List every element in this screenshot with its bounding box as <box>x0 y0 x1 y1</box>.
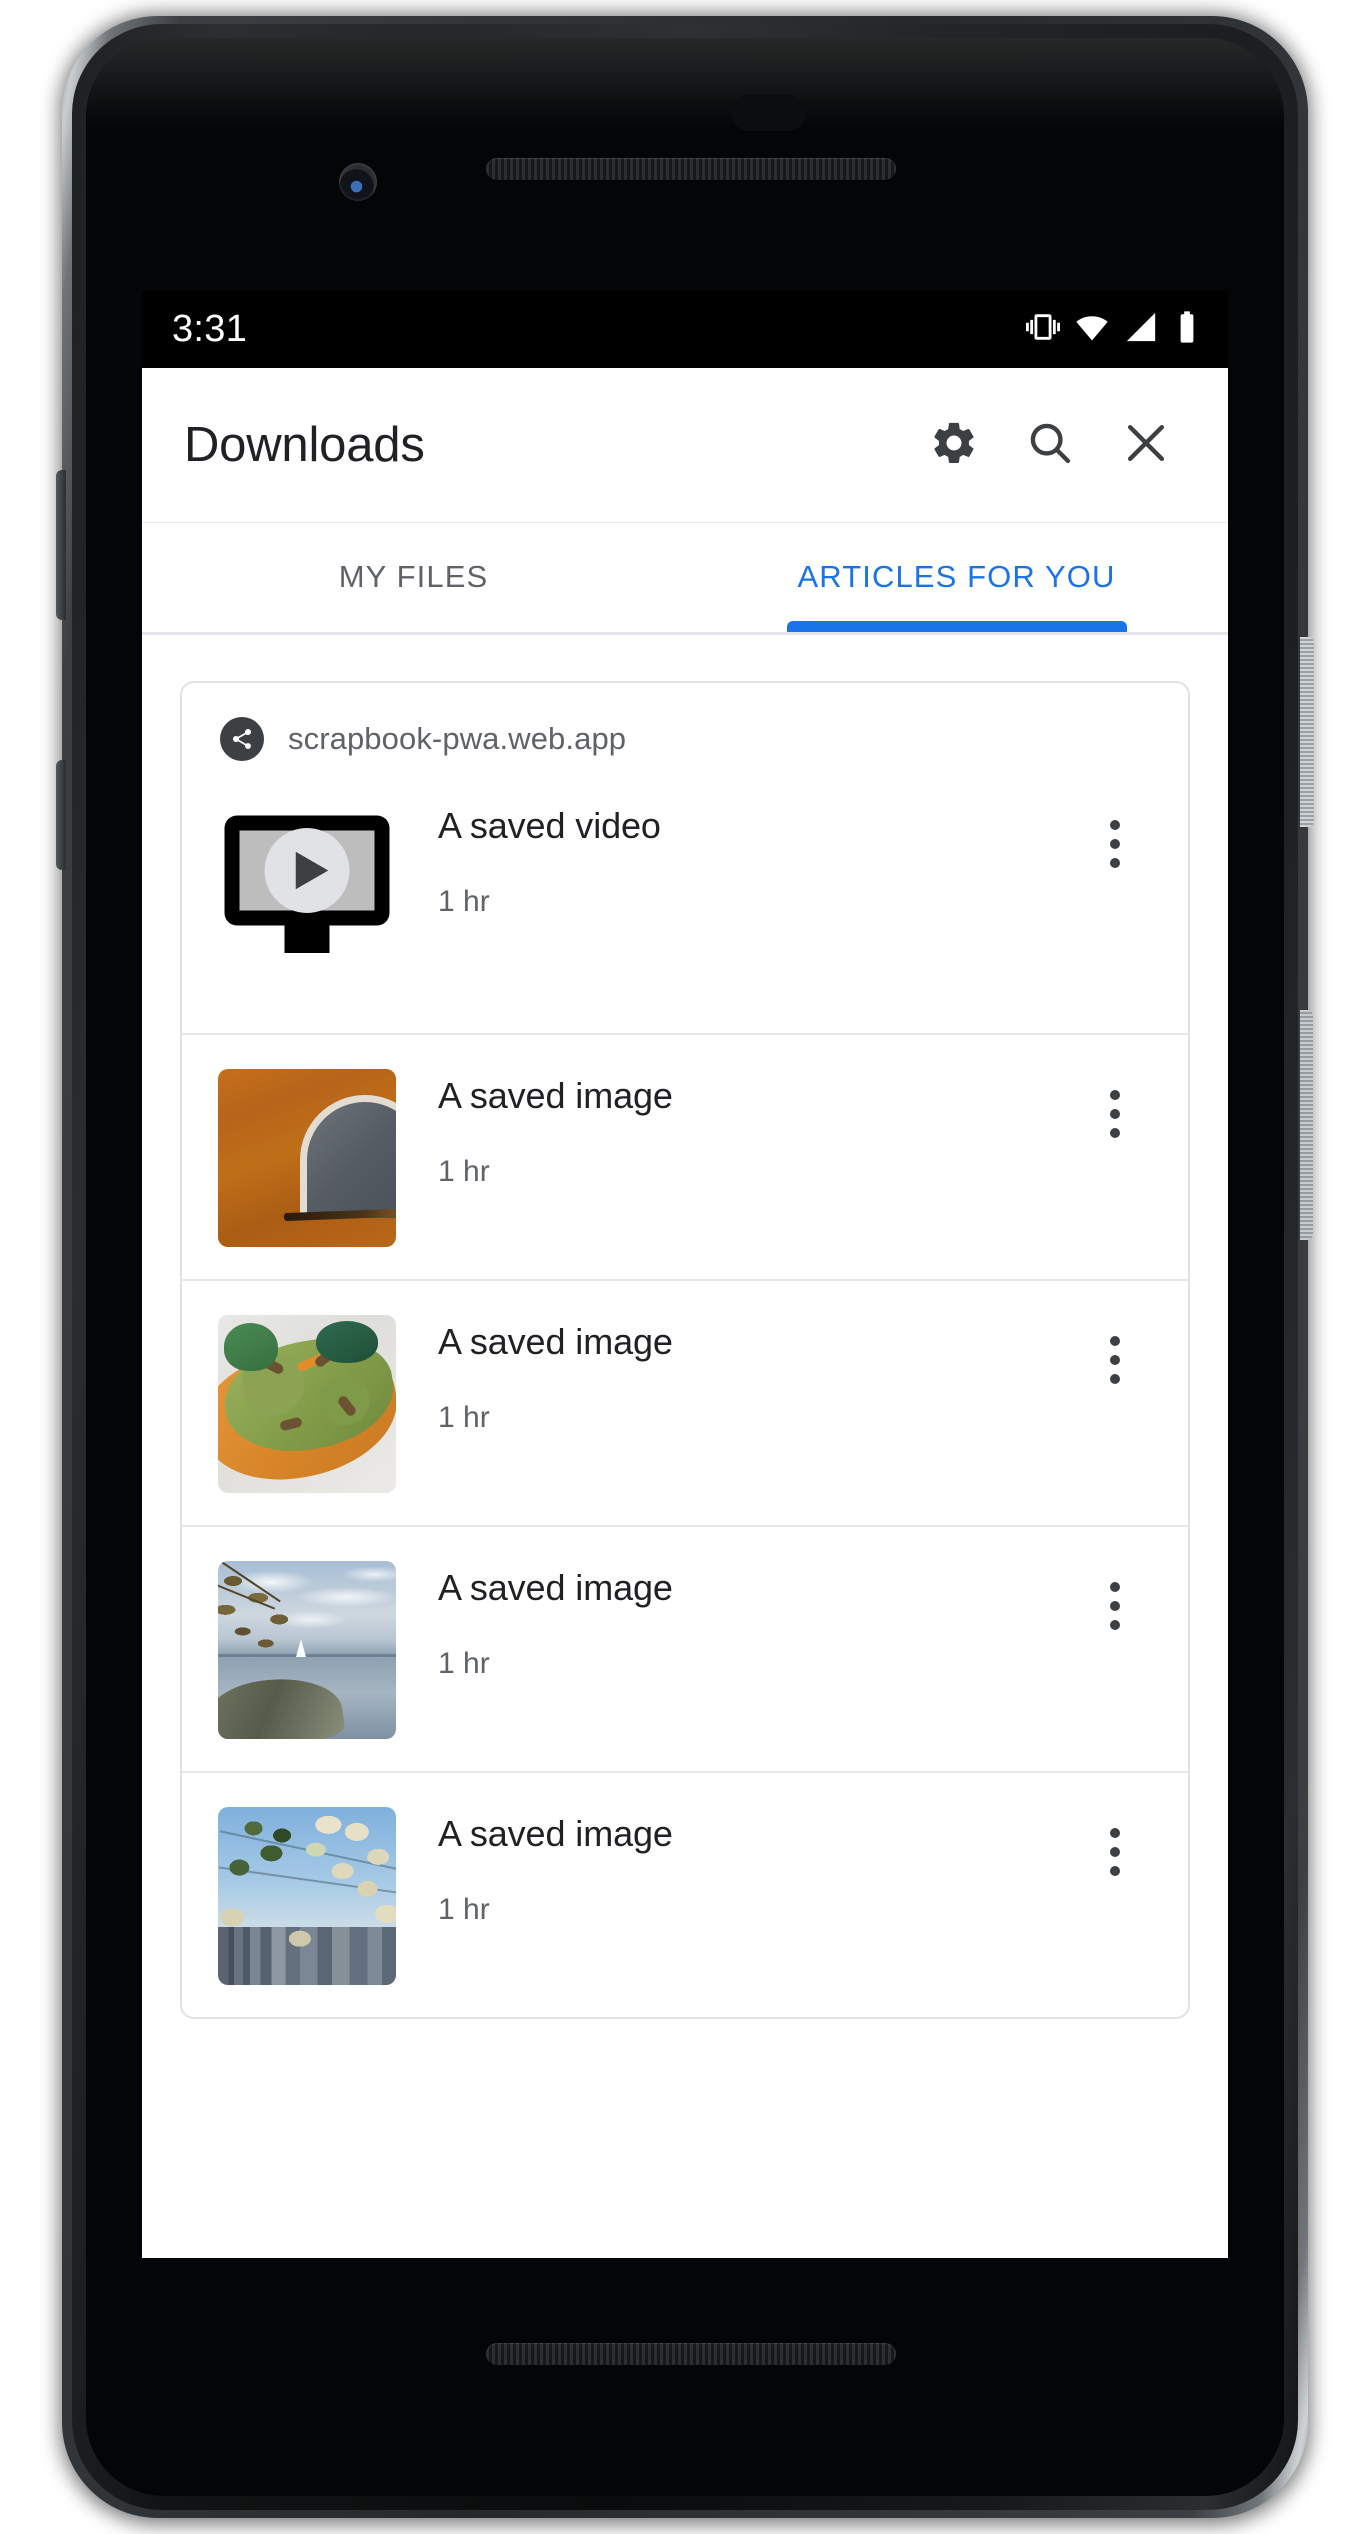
more-vert-icon[interactable] <box>1072 1809 1158 1895</box>
thumbnail-art <box>218 1807 396 1985</box>
front-camera-lens <box>339 163 377 201</box>
proximity-sensor <box>731 95 806 131</box>
thumbnail-art <box>218 1069 396 1247</box>
search-icon <box>1025 418 1075 473</box>
tab-articles-for-you-label: ARTICLES FOR YOU <box>797 559 1116 594</box>
list-item-text: A saved image 1 hr <box>396 1061 1072 1189</box>
more-vert-icon[interactable] <box>1072 1071 1158 1157</box>
more-vert-icon[interactable] <box>1072 1317 1158 1403</box>
list-item-text: A saved image 1 hr <box>396 1553 1072 1681</box>
status-bar: 3:31 <box>142 290 1228 368</box>
volume-rocker-button[interactable] <box>1300 1010 1313 1240</box>
tab-bar: MY FILES ARTICLES FOR YOU <box>142 522 1228 632</box>
signal-icon <box>1124 310 1158 349</box>
power-button[interactable] <box>1300 637 1314 827</box>
close-button[interactable] <box>1098 397 1194 493</box>
list-item-title: A saved video <box>438 805 661 846</box>
tab-my-files-label: MY FILES <box>338 559 489 594</box>
bottom-speaker-grille <box>486 2343 896 2365</box>
status-bar-clock: 3:31 <box>172 307 248 350</box>
list-item-text: A saved image 1 hr <box>396 1307 1072 1435</box>
overflow-dots <box>1110 1090 1120 1138</box>
list-item[interactable]: A saved image 1 hr <box>182 1525 1188 1771</box>
overflow-dots <box>1110 1582 1120 1630</box>
settings-button[interactable] <box>906 397 1002 493</box>
tab-articles-for-you[interactable]: ARTICLES FOR YOU <box>685 522 1228 632</box>
list-item[interactable]: A saved image 1 hr <box>182 1771 1188 2017</box>
articles-list-container: scrapbook-pwa.web.app A saved video 1 hr… <box>142 635 1228 2258</box>
list-item-text: A saved video 1 hr <box>396 791 1072 919</box>
more-vert-icon[interactable] <box>1072 1563 1158 1649</box>
thumbnail-art <box>218 1315 396 1493</box>
list-item-subtitle: 1 hr <box>438 1893 490 1926</box>
video-placeholder-icon <box>218 799 396 977</box>
active-tab-indicator <box>786 621 1127 632</box>
gear-icon <box>929 418 979 473</box>
list-item-subtitle: 1 hr <box>438 1155 490 1188</box>
search-button[interactable] <box>1002 397 1098 493</box>
tab-my-files[interactable]: MY FILES <box>142 522 685 632</box>
avocado-toast-photo <box>218 1315 396 1493</box>
share-icon <box>220 717 264 761</box>
list-item-title: A saved image <box>438 1075 673 1116</box>
list-item[interactable]: A saved video 1 hr <box>182 787 1188 1033</box>
vibrate-icon <box>1026 310 1060 349</box>
list-item-title: A saved image <box>438 1321 673 1362</box>
battery-icon <box>1172 310 1202 349</box>
card-origin-header: scrapbook-pwa.web.app <box>182 683 1188 787</box>
list-item[interactable]: A saved image 1 hr <box>182 1279 1188 1525</box>
app-toolbar: Downloads <box>142 368 1228 522</box>
list-item-title: A saved image <box>438 1813 673 1854</box>
thumbnail-art <box>218 1561 396 1739</box>
phone-screen: Downloads MY FILES ARTICLES FOR YOU scra… <box>142 368 1228 2258</box>
wifi-icon <box>1074 309 1110 350</box>
status-bar-icon-group <box>1026 309 1202 350</box>
left-edge-seam-lower <box>56 760 66 870</box>
list-item-text: A saved image 1 hr <box>396 1799 1072 1927</box>
city-skyline-blossoms-photo <box>218 1807 396 1985</box>
origin-url-label: scrapbook-pwa.web.app <box>288 721 627 756</box>
list-item-subtitle: 1 hr <box>438 1401 490 1434</box>
overflow-dots <box>1110 1828 1120 1876</box>
list-item-subtitle: 1 hr <box>438 1647 490 1680</box>
earpiece-speaker-grille <box>486 158 896 180</box>
page-title: Downloads <box>184 418 425 472</box>
orange-wall-window-photo <box>218 1069 396 1247</box>
glass-glint <box>86 38 1284 128</box>
list-item[interactable]: A saved image 1 hr <box>182 1033 1188 1279</box>
lake-shoreline-sailboat-photo <box>218 1561 396 1739</box>
screenshot-root: 3:31 Downloads MY FILES ARTICLES FOR YOU… <box>0 0 1370 2534</box>
more-vert-icon[interactable] <box>1072 801 1158 887</box>
overflow-dots <box>1110 1336 1120 1384</box>
overflow-dots <box>1110 820 1120 868</box>
downloads-group-card: scrapbook-pwa.web.app A saved video 1 hr… <box>180 681 1190 2019</box>
list-item-title: A saved image <box>438 1567 673 1608</box>
left-edge-seam-upper <box>56 470 66 620</box>
close-icon <box>1121 418 1171 473</box>
list-item-subtitle: 1 hr <box>438 885 490 918</box>
